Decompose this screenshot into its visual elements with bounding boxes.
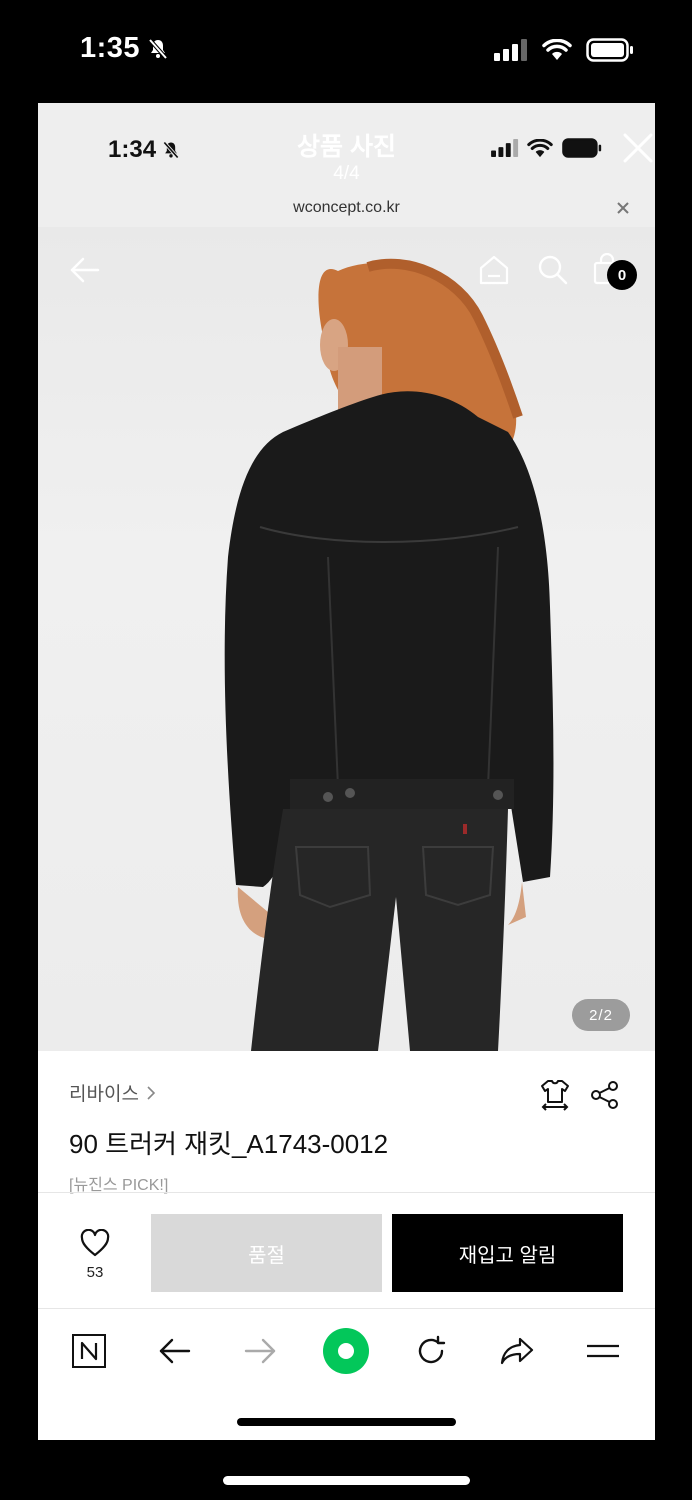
menu-icon bbox=[587, 1344, 619, 1358]
home-icon[interactable] bbox=[478, 254, 510, 286]
soldout-button[interactable]: 품절 bbox=[151, 1214, 382, 1292]
divider bbox=[38, 1192, 655, 1193]
product-nav-bar: 0 bbox=[38, 227, 655, 307]
inner-screen: 1:34 상품 사진 4/4 wconcept.co.kr 0 2/2 리바이스… bbox=[38, 103, 655, 1440]
inner-status-icons bbox=[491, 138, 603, 158]
like-count: 53 bbox=[86, 1264, 104, 1281]
product-photo-image bbox=[224, 258, 554, 1051]
cellular-signal-icon bbox=[491, 139, 519, 157]
cellular-signal-icon bbox=[494, 39, 527, 61]
outer-time-text: 1:35 bbox=[80, 32, 141, 64]
search-icon[interactable] bbox=[537, 254, 569, 286]
battery-icon bbox=[586, 38, 633, 62]
outer-status-time: 1:35 bbox=[80, 32, 170, 65]
battery-icon bbox=[562, 138, 602, 158]
home-indicator[interactable] bbox=[223, 1476, 470, 1485]
cart-count-badge: 0 bbox=[607, 260, 637, 290]
arrow-left-icon bbox=[159, 1338, 191, 1364]
size-guide-icon[interactable] bbox=[538, 1077, 572, 1111]
viewer-image-count: 4/4 bbox=[333, 163, 360, 184]
naver-home-button[interactable] bbox=[65, 1327, 113, 1375]
refresh-button[interactable] bbox=[407, 1327, 455, 1375]
close-icon[interactable] bbox=[621, 131, 655, 165]
share-arrow-icon bbox=[500, 1337, 534, 1365]
heart-icon bbox=[80, 1228, 110, 1257]
restock-notify-button[interactable]: 재입고 알림 bbox=[392, 1214, 623, 1292]
brand-link[interactable]: 리바이스 bbox=[69, 1079, 157, 1106]
product-title: 90 트러커 재킷_A1743-0012 bbox=[69, 1129, 389, 1159]
photo-counter: 2/2 bbox=[572, 999, 630, 1031]
back-arrow-icon[interactable] bbox=[68, 253, 102, 287]
green-dot-button[interactable] bbox=[322, 1327, 370, 1375]
bell-off-icon bbox=[148, 38, 168, 59]
like-button[interactable]: 53 bbox=[76, 1228, 114, 1281]
wifi-icon bbox=[542, 39, 572, 60]
browser-toolbar bbox=[38, 1309, 655, 1393]
naver-n-icon bbox=[72, 1334, 106, 1368]
browser-forward-button[interactable] bbox=[236, 1327, 284, 1375]
share-page-button[interactable] bbox=[493, 1327, 541, 1375]
green-dot-icon bbox=[323, 1328, 369, 1374]
inner-home-indicator bbox=[237, 1418, 456, 1426]
product-photo[interactable]: 0 2/2 bbox=[38, 227, 655, 1051]
outer-status-icons bbox=[494, 38, 634, 62]
browser-back-button[interactable] bbox=[151, 1327, 199, 1375]
url-bar-address[interactable]: wconcept.co.kr bbox=[38, 199, 655, 217]
refresh-icon bbox=[418, 1335, 446, 1364]
url-close-icon[interactable] bbox=[615, 200, 631, 216]
menu-button[interactable] bbox=[579, 1327, 627, 1375]
wifi-icon bbox=[527, 138, 553, 157]
arrow-right-icon bbox=[244, 1338, 276, 1364]
brand-name: 리바이스 bbox=[69, 1084, 139, 1105]
chevron-right-icon bbox=[147, 1085, 156, 1100]
share-icon[interactable] bbox=[590, 1080, 620, 1110]
